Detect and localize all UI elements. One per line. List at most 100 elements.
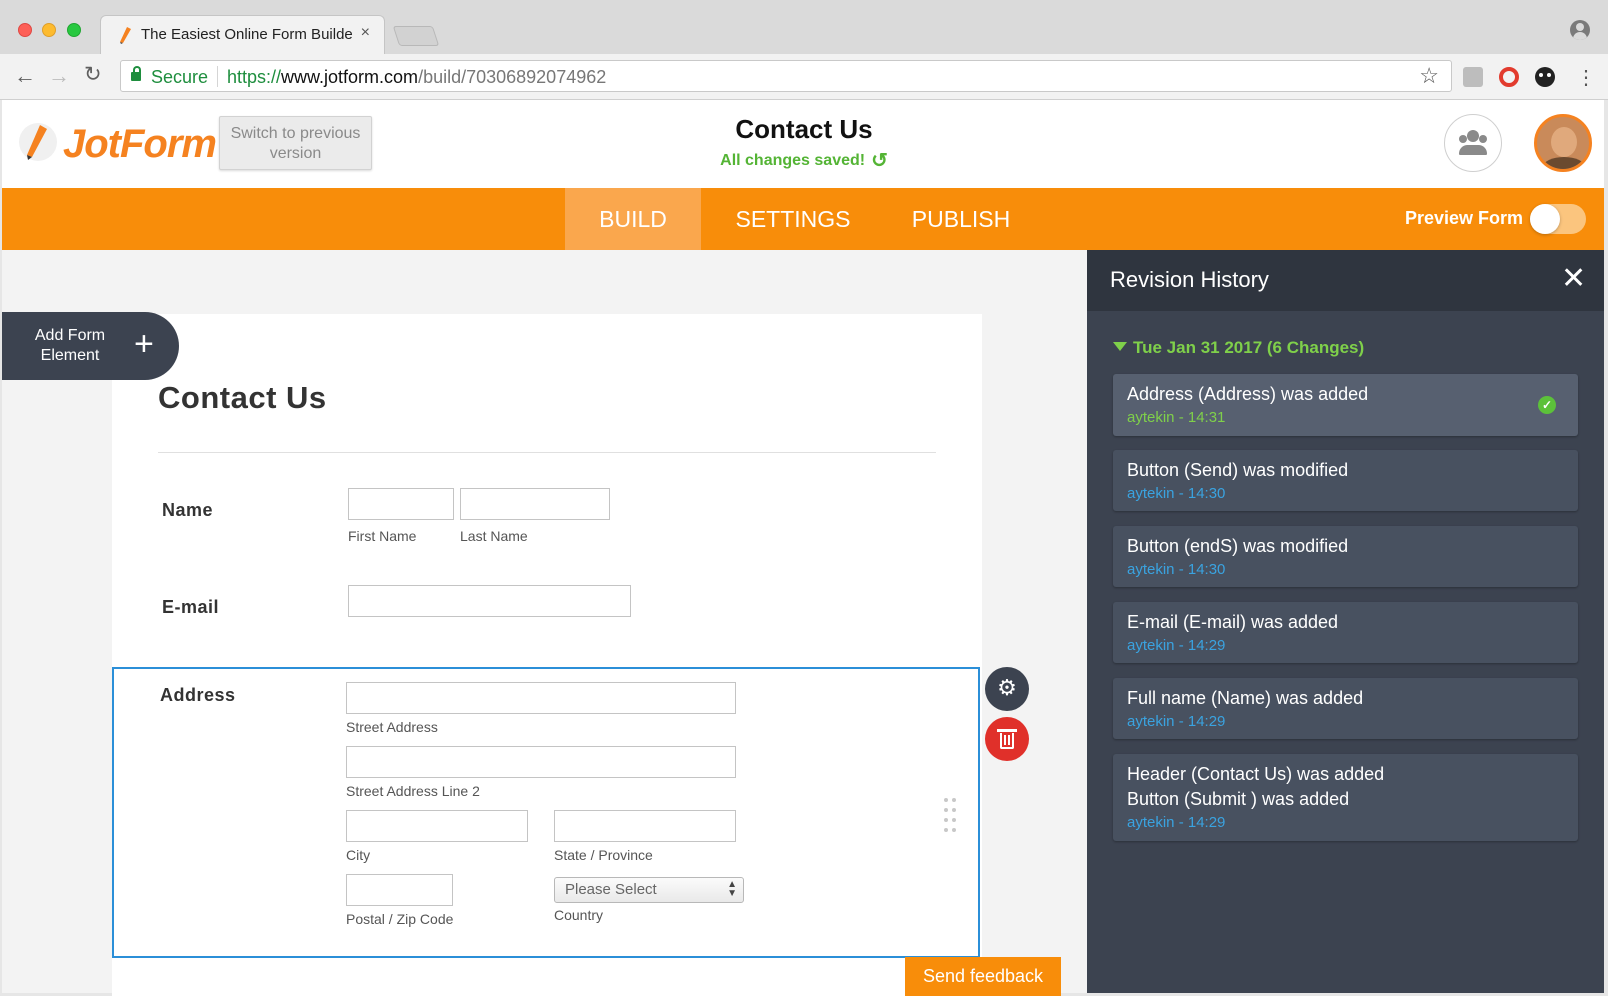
secure-label: Secure [151,67,209,87]
back-arrow-icon[interactable]: ← [14,63,36,89]
revision-text: Button (Submit ) was added [1127,789,1350,809]
save-status-text: All changes saved! [720,152,866,169]
switch-version-button[interactable]: Switch to previous version [219,116,372,170]
browser-menu-icon[interactable]: ⋮ [1576,65,1596,90]
revision-meta: aytekin - 14:29 [1127,713,1226,730]
address-divider [217,66,218,87]
address-label: Address [160,685,236,705]
revision-text: Full name (Name) was added [1127,688,1364,708]
drag-handle-icon[interactable] [944,798,958,834]
jotform-favicon-icon [120,27,131,44]
undo-icon[interactable]: ↺ [871,148,888,173]
street-address-2-input[interactable] [346,746,736,778]
first-name-sublabel: First Name [348,528,417,544]
new-tab-button[interactable] [392,26,440,46]
revision-meta: aytekin - 14:30 [1127,485,1226,502]
state-sublabel: State / Province [554,847,653,863]
revision-item[interactable]: E-mail (E-mail) was added aytekin - 14:2… [1113,602,1578,663]
heading-divider [158,452,936,453]
close-panel-icon[interactable]: ✕ [1561,264,1586,294]
panda-extension-icon[interactable] [1535,67,1555,87]
minimize-window-button[interactable] [42,23,56,37]
name-label: Name [162,500,214,520]
tab-build[interactable]: BUILD [565,188,701,250]
browser-window: The Easiest Online Form Builde × ← → ↻ S… [0,0,1608,1004]
tab-title: The Easiest Online Form Builde [141,26,353,43]
caret-down-icon [1113,342,1127,351]
city-input[interactable] [346,810,528,842]
last-name-sublabel: Last Name [460,528,528,544]
reload-icon[interactable]: ↻ [84,62,102,87]
panel-title: Revision History [1110,267,1269,292]
browser-profile-icon[interactable] [1570,20,1590,40]
current-revision-check-icon: ✓ [1538,396,1556,414]
revision-item[interactable]: Address (Address) was added aytekin - 14… [1113,374,1578,436]
delete-field-trash-icon[interactable] [985,717,1029,761]
toggle-knob [1530,204,1560,234]
jotform-logo-icon[interactable] [18,122,58,162]
revision-item[interactable]: Button (endS) was modified aytekin - 14:… [1113,526,1578,587]
email-label: E-mail [162,597,220,617]
add-form-element-button[interactable]: Add Form Element + [2,312,179,380]
tab-close-icon[interactable]: × [361,24,370,42]
email-input[interactable] [348,585,631,617]
revision-text: Header (Contact Us) was added [1127,764,1385,784]
select-arrows-icon: ▲ ▼ [727,879,737,899]
preview-form-label: Preview Form [1405,208,1524,228]
tab-strip: The Easiest Online Form Builde × [0,0,1608,54]
postal-code-sublabel: Postal / Zip Code [346,911,454,927]
jotform-logo[interactable]: JotForm [63,122,217,167]
street-address-input[interactable] [346,682,736,714]
avatar[interactable] [1534,114,1592,172]
send-feedback-button[interactable]: Send feedback [905,957,1061,996]
city-sublabel: City [346,847,371,863]
close-window-button[interactable] [18,23,32,37]
revision-text: Button (Send) was modified [1127,460,1349,480]
form-heading[interactable]: Contact Us [158,380,327,416]
address-bar[interactable]: Secure https://www.jotform.com/build/703… [120,60,1452,92]
extension-icon[interactable] [1463,67,1483,87]
revision-text: Address (Address) was added [1127,384,1369,404]
revision-item[interactable]: Header (Contact Us) was added Button (Su… [1113,754,1578,841]
form-title: Contact Us [735,114,873,144]
maximize-window-button[interactable] [67,23,81,37]
revision-history-panel: Revision History ✕ Tue Jan 31 2017 (6 Ch… [1087,250,1604,993]
revision-meta: aytekin - 14:29 [1127,637,1226,654]
revision-day-heading[interactable]: Tue Jan 31 2017 (6 Changes) [1113,338,1364,358]
field-settings-gear-icon[interactable]: ⚙ [985,667,1029,711]
collaborators-icon[interactable] [1444,114,1502,172]
address-field-selected[interactable]: Address Street Address Street Address Li… [112,667,980,958]
forward-arrow-icon[interactable]: → [48,63,70,89]
url-host: www.jotform.com [281,67,419,87]
street-address-sublabel: Street Address [346,719,438,735]
country-select-value: Please Select [565,881,657,898]
revision-item[interactable]: Button (Send) was modified aytekin - 14:… [1113,450,1578,511]
add-element-label: Add Form Element [34,327,106,364]
tab-publish[interactable]: PUBLISH [888,188,1034,250]
lock-icon [131,66,141,81]
revision-day-text: Tue Jan 31 2017 (6 Changes) [1133,338,1365,357]
main-nav: BUILD SETTINGS PUBLISH Preview Form [2,188,1604,250]
first-name-input[interactable] [348,488,454,520]
state-input[interactable] [554,810,736,842]
revision-meta: aytekin - 14:30 [1127,561,1226,578]
tab-settings[interactable]: SETTINGS [718,188,868,250]
country-sublabel: Country [554,907,604,923]
last-name-input[interactable] [460,488,610,520]
opera-extension-icon[interactable] [1499,67,1519,87]
country-select[interactable]: Please Select ▲ ▼ [554,877,744,903]
revision-meta: aytekin - 14:31 [1127,409,1226,426]
app-header: JotForm Switch to previous version Conta… [2,100,1604,188]
postal-code-input[interactable] [346,874,453,906]
url-scheme: https:// [227,67,282,87]
street-address-2-sublabel: Street Address Line 2 [346,783,480,799]
revision-text: E-mail (E-mail) was added [1127,612,1339,632]
browser-tab[interactable]: The Easiest Online Form Builde × [100,15,385,54]
plus-icon: + [134,325,154,363]
revision-item[interactable]: Full name (Name) was added aytekin - 14:… [1113,678,1578,739]
bookmark-star-icon[interactable]: ☆ [1419,63,1439,89]
url-text[interactable]: https://www.jotform.com/build/7030689207… [227,67,606,88]
preview-form-toggle[interactable] [1530,204,1586,234]
revision-text: Button (endS) was modified [1127,536,1349,556]
browser-toolbar: ← → ↻ Secure https://www.jotform.com/bui… [0,54,1608,100]
